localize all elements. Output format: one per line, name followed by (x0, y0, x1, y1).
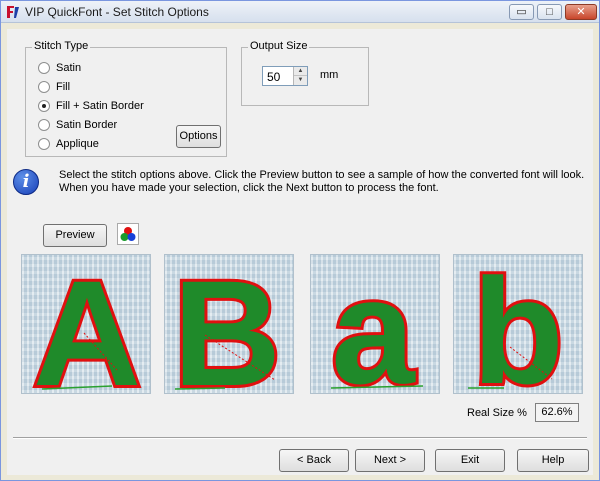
stepper-buttons: ▲ ▼ (293, 67, 307, 85)
preview-button[interactable]: Preview (43, 224, 107, 247)
back-button[interactable]: < Back (279, 449, 349, 472)
preview-letter-B: B (173, 255, 281, 395)
preview-letter-a: a (331, 255, 416, 395)
preview-tile-a: a (310, 254, 440, 395)
preview-area: A B a b (21, 254, 583, 395)
preview-tile-A: A (21, 254, 151, 395)
preview-tile-b: b (453, 254, 583, 395)
radio-applique[interactable]: Applique (38, 136, 99, 152)
real-size-value: 62.6% (535, 403, 579, 422)
preview-letter-b: b (472, 255, 564, 395)
info-icon: i (13, 169, 39, 195)
minimize-icon: ▭ (516, 6, 527, 18)
preview-tile-B: B (164, 254, 294, 395)
output-size-value: 50 (267, 70, 281, 84)
close-icon: ✕ (576, 6, 586, 18)
preview-letter-A: A (33, 255, 141, 395)
stitch-type-group: Stitch Type Satin Fill Fill + Satin Bord… (25, 40, 227, 157)
radio-label: Satin Border (56, 119, 118, 131)
info-text: Select the stitch options above. Click t… (59, 169, 585, 194)
next-button[interactable]: Next > (355, 449, 425, 472)
radio-circle[interactable] (38, 138, 50, 150)
options-button[interactable]: Options (176, 125, 221, 148)
exit-button[interactable]: Exit (435, 449, 505, 472)
radio-satin-border[interactable]: Satin Border (38, 117, 117, 133)
output-size-legend: Output Size (248, 40, 310, 52)
title-bar[interactable]: VIP QuickFont - Set Stitch Options ▭ □ ✕ (1, 1, 599, 23)
window-title: VIP QuickFont - Set Stitch Options (25, 5, 209, 19)
radio-satin[interactable]: Satin (38, 60, 81, 76)
spin-up-icon[interactable]: ▲ (294, 67, 307, 76)
radio-fill-satin-border[interactable]: Fill + Satin Border (38, 98, 144, 114)
radio-circle[interactable] (38, 81, 50, 93)
minimize-button[interactable]: ▭ (509, 4, 534, 20)
color-palette-icon[interactable] (117, 223, 139, 245)
radio-circle[interactable] (38, 119, 50, 131)
app-logo-icon (7, 6, 19, 18)
stitch-type-legend: Stitch Type (32, 40, 91, 52)
real-size-label: Real Size % (467, 407, 527, 419)
divider (13, 437, 587, 439)
radio-label: Applique (56, 138, 99, 150)
output-size-stepper[interactable]: 50 ▲ ▼ (262, 66, 308, 86)
radio-circle-selected[interactable] (38, 100, 50, 112)
maximize-icon: □ (546, 6, 553, 18)
radio-label: Fill + Satin Border (56, 100, 144, 112)
maximize-button[interactable]: □ (537, 4, 562, 20)
radio-circle[interactable] (38, 62, 50, 74)
output-size-unit: mm (320, 69, 339, 81)
radio-label: Satin (56, 62, 82, 74)
spin-down-icon[interactable]: ▼ (294, 76, 307, 85)
radio-label: Fill (56, 81, 71, 93)
help-button[interactable]: Help (517, 449, 589, 472)
radio-fill[interactable]: Fill (38, 79, 70, 95)
close-button[interactable]: ✕ (565, 4, 597, 20)
dialog-body: Stitch Type Satin Fill Fill + Satin Bord… (7, 29, 593, 475)
output-size-group: Output Size 50 ▲ ▼ mm (241, 40, 369, 106)
app-window: VIP QuickFont - Set Stitch Options ▭ □ ✕… (0, 0, 600, 481)
